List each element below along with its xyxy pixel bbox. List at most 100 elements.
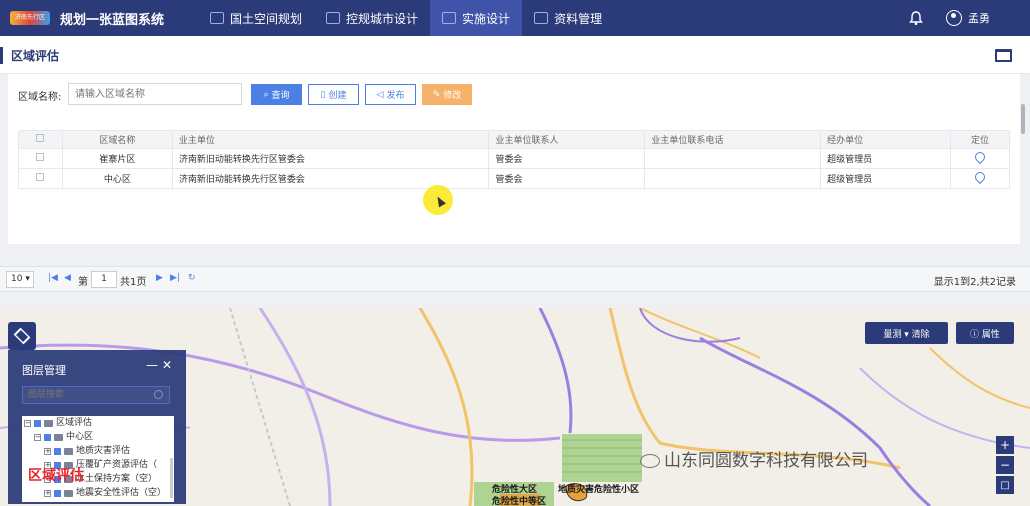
- tree-node[interactable]: + 地质灾害评估: [22, 444, 174, 458]
- locate-cell[interactable]: [950, 168, 1010, 189]
- query-panel: 区域名称: ⌕查询 ▯创建 ◁发布 ✎修改 区域名称 业主单位 业主单位联系人 …: [8, 74, 1020, 244]
- page-number-input[interactable]: 1: [91, 271, 117, 288]
- attribute-button[interactable]: ⓘ 属性: [956, 322, 1014, 344]
- record-info: 显示1到2,共2记录: [933, 277, 1016, 288]
- tree-node[interactable]: − 区域评估: [22, 416, 174, 430]
- wechat-icon: [640, 454, 660, 468]
- zoom-in-button[interactable]: +: [996, 436, 1014, 454]
- tree-node[interactable]: + 地震安全性评估（空）: [22, 486, 174, 500]
- nav-label: 实施设计: [462, 11, 511, 26]
- tree-node-label: 地震安全性评估（空）: [76, 488, 167, 498]
- owner-cell: 济南新旧动能转换先行区管委会: [171, 148, 490, 169]
- page-size-select[interactable]: 10 ▾: [6, 271, 34, 288]
- tree-node[interactable]: − 中心区: [22, 430, 174, 444]
- map-label-medium-risk: 危险性中等区: [492, 497, 547, 506]
- layers-icon: [13, 327, 31, 345]
- user-avatar-icon[interactable]: [946, 10, 962, 26]
- page-count: 共1页: [120, 277, 147, 288]
- checkbox-icon[interactable]: [36, 173, 45, 181]
- cube-icon: [210, 12, 225, 24]
- nav-item-implementation-design[interactable]: 实施设计: [430, 0, 523, 36]
- create-button[interactable]: ▯ 创建: [308, 84, 359, 105]
- column-header[interactable]: 业主单位联系电话: [644, 130, 822, 149]
- column-header[interactable]: 定位: [950, 130, 1010, 149]
- row-checkbox-cell[interactable]: [18, 148, 63, 169]
- close-icon[interactable]: ✕: [162, 358, 172, 372]
- checkbox-icon[interactable]: [36, 153, 45, 161]
- edit-button[interactable]: ✎ 修改: [422, 84, 472, 105]
- nav-item-data-management[interactable]: 资料管理: [522, 0, 614, 36]
- next-page-icon[interactable]: ▶: [156, 273, 163, 283]
- table-header-row: 区域名称 业主单位 业主单位联系人 业主单位联系电话 经办单位 定位: [18, 130, 1010, 149]
- maximize-icon[interactable]: [995, 49, 1012, 62]
- nav-item-urban-design[interactable]: 控规城市设计: [314, 0, 430, 36]
- page-prefix: 第: [78, 277, 88, 288]
- table-row[interactable]: 中心区 济南新旧动能转换先行区管委会 管委会 超级管理员: [18, 168, 1010, 189]
- search-icon: ⌕: [263, 89, 269, 100]
- fullscreen-button[interactable]: □: [996, 476, 1014, 494]
- overlay-region-label: 区域评估: [28, 468, 84, 484]
- layers-toggle-button[interactable]: [8, 322, 36, 350]
- location-pin-icon[interactable]: [972, 169, 988, 185]
- checkbox-icon[interactable]: [36, 134, 45, 142]
- search-label: 区域名称:: [18, 92, 62, 103]
- logo-text: 济南先行区: [10, 11, 50, 25]
- expand-toggle-icon[interactable]: −: [34, 433, 41, 441]
- app-logo[interactable]: 济南先行区: [0, 0, 60, 36]
- checkbox-icon[interactable]: [54, 447, 61, 455]
- top-navigation-bar: 济南先行区 规划一张蓝图系统 国土空间规划 控规城市设计 实施设计 资料管理 孟…: [0, 0, 1030, 36]
- handler-cell: 超级管理员: [820, 148, 951, 169]
- bell-icon[interactable]: [908, 10, 924, 26]
- search-icon[interactable]: [154, 390, 163, 399]
- last-page-icon[interactable]: ▶|: [170, 273, 180, 283]
- username[interactable]: 孟勇: [968, 10, 990, 26]
- locate-cell[interactable]: [950, 148, 1010, 169]
- buildings-icon: [326, 12, 341, 24]
- checkbox-icon[interactable]: [44, 433, 51, 441]
- tree-node-label: 水土保持方案（空）: [76, 474, 158, 484]
- user-area: 孟勇: [908, 0, 1030, 36]
- expand-toggle-icon[interactable]: −: [24, 419, 31, 427]
- column-header[interactable]: 业主单位: [171, 130, 490, 149]
- refresh-icon[interactable]: ↻: [188, 273, 196, 283]
- expand-toggle-icon[interactable]: +: [44, 489, 51, 497]
- row-checkbox-cell[interactable]: [18, 168, 63, 189]
- expand-toggle-icon[interactable]: +: [44, 447, 51, 455]
- column-header[interactable]: 区域名称: [61, 130, 173, 149]
- map-view[interactable]: 图层管理 — ✕ − 区域评估 − 中心区 + 地质灾害评估 + 压覆矿产资源评估（ +…: [0, 308, 1030, 506]
- measure-clear-button[interactable]: 量测 ▾ 清除: [865, 322, 948, 344]
- nav-item-territorial-planning[interactable]: 国土空间规划: [198, 0, 314, 36]
- table-row[interactable]: 崔寨片区 济南新旧动能转换先行区管委会 管委会 超级管理员: [18, 148, 1010, 169]
- zoom-out-button[interactable]: −: [996, 456, 1014, 474]
- column-header[interactable]: 经办单位: [820, 130, 951, 149]
- share-icon: ◁: [376, 89, 384, 100]
- query-label: 查询: [271, 91, 290, 101]
- prev-page-icon[interactable]: ◀: [64, 273, 71, 283]
- create-label: 创建: [328, 91, 347, 101]
- page-size-value: 10: [11, 274, 23, 284]
- layer-search-input[interactable]: [22, 386, 170, 404]
- phone-cell: [644, 168, 822, 189]
- publish-button[interactable]: ◁ 发布: [365, 84, 416, 105]
- checkbox-icon[interactable]: [34, 419, 41, 427]
- region-name-input[interactable]: [68, 83, 242, 105]
- location-pin-icon[interactable]: [972, 149, 988, 165]
- select-all-checkbox-cell[interactable]: [18, 130, 63, 149]
- page-title: 区域评估: [0, 47, 59, 64]
- minimize-icon[interactable]: —: [146, 358, 158, 372]
- region-table: 区域名称 业主单位 业主单位联系人 业主单位联系电话 经办单位 定位 崔寨片区 …: [18, 130, 1010, 189]
- checkbox-icon[interactable]: [54, 489, 61, 497]
- query-button[interactable]: ⌕ 查询: [251, 84, 302, 105]
- nav-label: 资料管理: [554, 11, 603, 26]
- watermark-text: 山东同圆数字科技有限公司: [664, 451, 868, 471]
- first-page-icon[interactable]: |◀: [48, 273, 58, 283]
- attribute-label: 属性: [981, 329, 1000, 340]
- nav-label: 国土空间规划: [230, 11, 303, 26]
- folder-icon: [64, 489, 73, 497]
- layer-panel-title: 图层管理: [22, 364, 66, 377]
- handler-cell: 超级管理员: [820, 168, 951, 189]
- region-name-cell: 中心区: [61, 168, 173, 189]
- column-header[interactable]: 业主单位联系人: [488, 130, 646, 149]
- tree-scrollbar[interactable]: [170, 458, 173, 498]
- vertical-scrollbar[interactable]: [1021, 104, 1025, 134]
